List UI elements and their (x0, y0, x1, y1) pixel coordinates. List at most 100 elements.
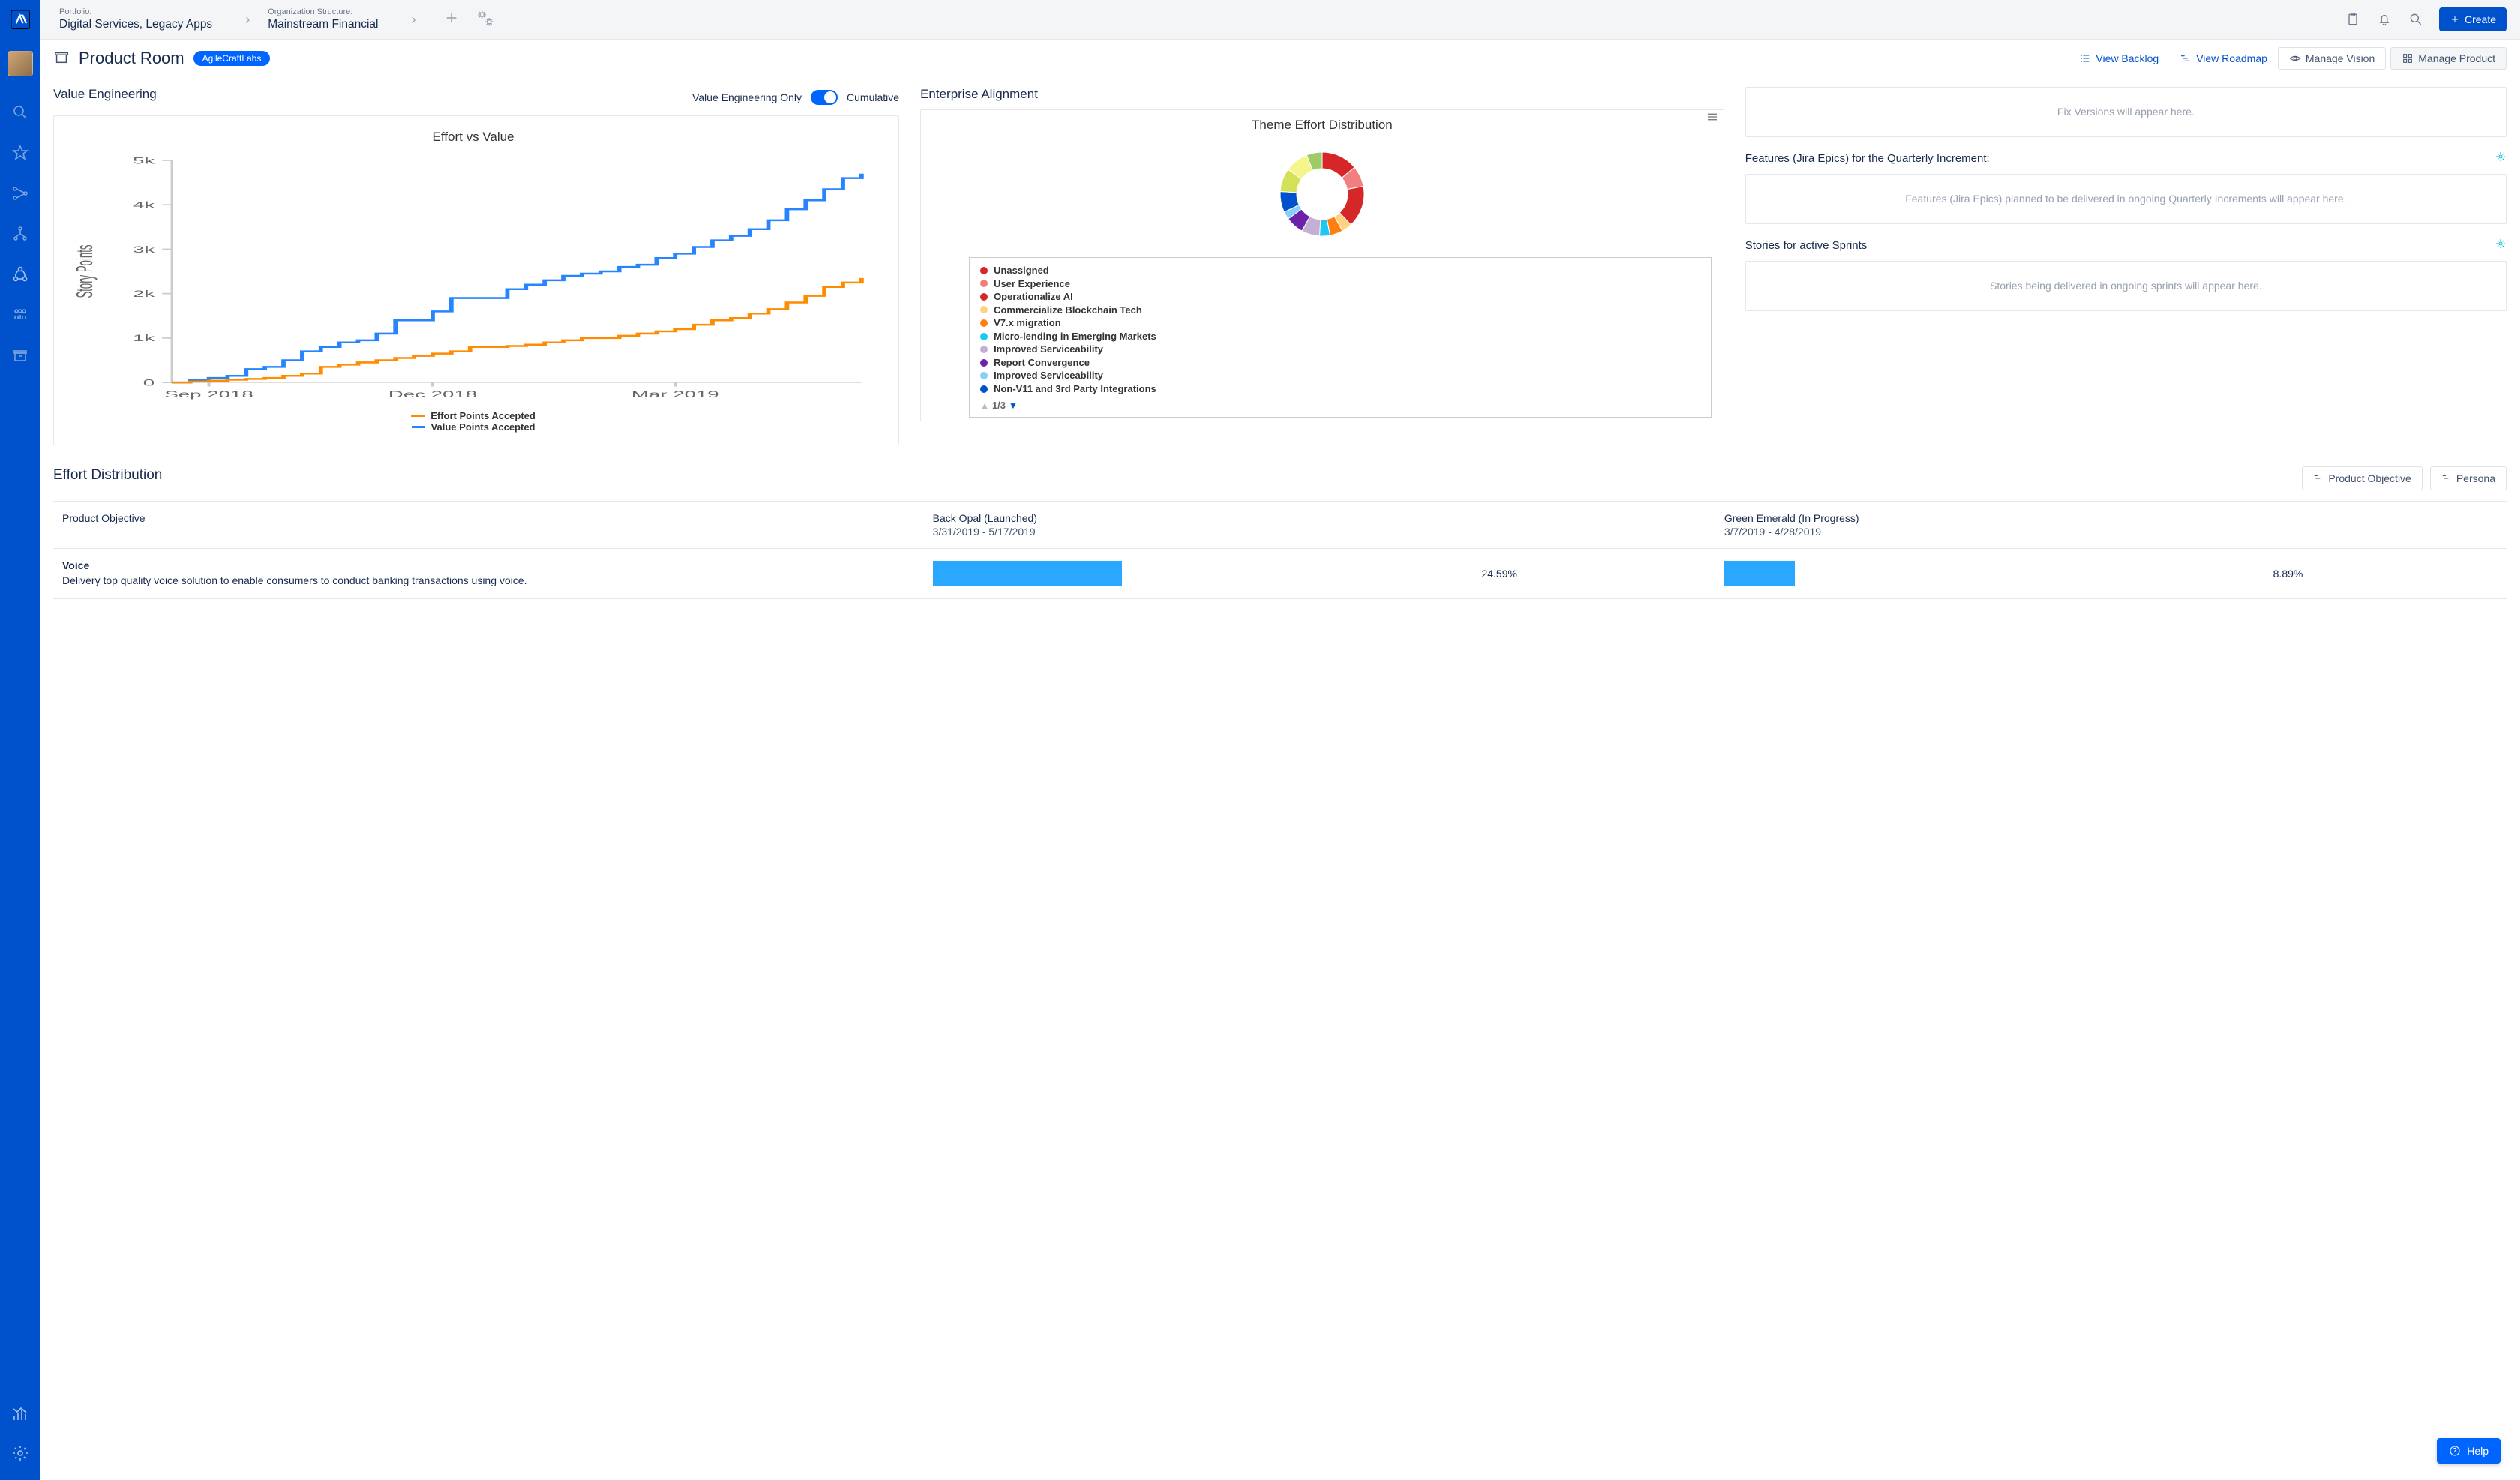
ent-align-title: Enterprise Alignment (920, 87, 1724, 102)
legend-item[interactable]: Unassigned (980, 264, 1700, 277)
theme-legend: UnassignedUser ExperienceOperationalize … (969, 257, 1712, 418)
content-area: Value Engineering Value Engineering Only… (40, 76, 2520, 1480)
dist-table: Product Objective Back Opal (Launched) 3… (53, 501, 2506, 599)
enterprise-alignment-section: Enterprise Alignment Theme Effort Distri… (920, 87, 1724, 445)
features-placeholder: Features (Jira Epics) planned to be deli… (1745, 174, 2506, 224)
svg-text:Mar 2019: Mar 2019 (632, 389, 719, 400)
gear-icon[interactable] (2494, 151, 2506, 166)
page-title: Product Room (79, 49, 184, 68)
user-avatar[interactable] (8, 51, 33, 76)
manage-product-label: Manage Product (2418, 52, 2495, 64)
product-badge[interactable]: AgileCraftLabs (194, 51, 271, 66)
table-header-row: Product Objective Back Opal (Launched) 3… (53, 502, 2506, 549)
dist-btn-persona-label: Persona (2456, 472, 2495, 484)
pager-up-icon: ▲ (980, 400, 989, 411)
strategy-icon[interactable] (11, 184, 29, 202)
help-label: Help (2467, 1445, 2488, 1457)
effort-distribution-section: Effort Distribution Product Objective Pe… (53, 466, 2506, 599)
reports-icon[interactable] (11, 1405, 29, 1423)
stories-title: Stories for active Sprints (1745, 239, 1868, 252)
theme-distribution-card: Theme Effort Distribution UnassignedUser… (920, 109, 1724, 421)
legend-pager[interactable]: ▲1/3▼ (980, 400, 1700, 411)
view-roadmap-link[interactable]: View Roadmap (2169, 48, 2278, 69)
settings-icon[interactable] (11, 1444, 29, 1462)
portfolio-value: Digital Services, Legacy Apps (59, 17, 212, 32)
manage-vision-button[interactable]: Manage Vision (2278, 47, 2386, 70)
side-column: Fix Versions will appear here. Features … (1745, 87, 2506, 445)
team-icon[interactable] (11, 306, 29, 324)
legend-item[interactable]: User Experience (980, 277, 1700, 291)
stories-card: Stories for active Sprints Stories being… (1745, 238, 2506, 311)
svg-text:4k: 4k (133, 200, 155, 211)
svg-text:Sep 2018: Sep 2018 (164, 389, 253, 400)
features-card: Features (Jira Epics) for the Quarterly … (1745, 151, 2506, 224)
legend-item[interactable]: Improved Serviceability (980, 343, 1700, 356)
col-1-header: Back Opal (Launched) 3/31/2019 - 5/17/20… (924, 502, 1715, 548)
product-icon[interactable] (11, 265, 29, 283)
view-backlog-label: View Backlog (2096, 52, 2158, 64)
chart-menu-icon[interactable] (1706, 110, 1719, 127)
gear-icon[interactable] (2494, 238, 2506, 253)
create-button[interactable]: Create (2439, 7, 2506, 31)
col2-dates: 3/7/2019 - 4/28/2019 (1724, 526, 2498, 538)
product-logo[interactable] (10, 9, 31, 30)
legend-item[interactable]: Report Convergence (980, 356, 1700, 370)
legend-effort: Effort Points Accepted (430, 410, 536, 421)
bar-cell-2: 8.89% (1715, 549, 2506, 598)
dist-btn-objective-label: Product Objective (2328, 472, 2411, 484)
gears-icon[interactable] (475, 7, 496, 32)
bell-icon[interactable] (2374, 10, 2394, 29)
help-button[interactable]: Help (2437, 1438, 2500, 1464)
chart-title: Effort vs Value (58, 130, 888, 145)
svg-text:3k: 3k (133, 244, 155, 255)
create-label: Create (2464, 13, 2496, 25)
add-icon[interactable] (443, 10, 460, 30)
search-icon[interactable] (11, 103, 29, 121)
legend-item[interactable]: Micro-lending in Emerging Markets (980, 330, 1700, 343)
manage-vision-label: Manage Vision (2306, 52, 2374, 64)
svg-text:5k: 5k (133, 156, 155, 166)
legend-item[interactable]: Non-V11 and 3rd Party Integrations (980, 382, 1700, 396)
stories-placeholder: Stories being delivered in ongoing sprin… (1745, 261, 2506, 311)
archive-icon[interactable] (11, 346, 29, 364)
effort-vs-value-chart: 01k2k3k4k5kSep 2018Dec 2018Mar 2019Story… (58, 152, 888, 407)
col1-name: Back Opal (Launched) (933, 512, 1706, 524)
room-icon (53, 49, 70, 69)
view-backlog-link[interactable]: View Backlog (2068, 48, 2169, 69)
col-2-header: Green Emerald (In Progress) 3/7/2019 - 4… (1715, 502, 2506, 548)
chevron-right-icon: › (218, 12, 262, 28)
objective-title: Voice (62, 559, 915, 571)
col2-name: Green Emerald (In Progress) (1724, 512, 2498, 524)
features-title: Features (Jira Epics) for the Quarterly … (1745, 152, 1990, 165)
breadcrumb-org[interactable]: Organization Structure: Mainstream Finan… (262, 7, 384, 32)
legend-item[interactable]: Improved Serviceability (980, 369, 1700, 382)
tree-icon[interactable] (11, 225, 29, 243)
star-icon[interactable] (11, 144, 29, 162)
legend-item[interactable]: Commercialize Blockchain Tech (980, 304, 1700, 317)
chevron-right-icon: › (385, 12, 428, 28)
clipboard-icon[interactable] (2343, 10, 2362, 29)
page-title-bar: Product Room AgileCraftLabs View Backlog… (40, 40, 2520, 76)
portfolio-label: Portfolio: (59, 7, 212, 17)
org-value: Mainstream Financial (268, 17, 378, 32)
donut-title: Theme Effort Distribution (927, 118, 1718, 133)
org-label: Organization Structure: (268, 7, 378, 17)
col-objective-header: Product Objective (53, 502, 924, 548)
persona-button[interactable]: Persona (2430, 466, 2506, 490)
product-objective-button[interactable]: Product Objective (2302, 466, 2422, 490)
value-engineering-section: Value Engineering Value Engineering Only… (53, 87, 899, 445)
svg-text:1k: 1k (133, 334, 155, 344)
cumulative-toggle[interactable] (811, 90, 838, 105)
value-eng-title: Value Engineering (53, 87, 157, 102)
bar-label-2: 8.89% (2273, 568, 2303, 580)
search-header-icon[interactable] (2406, 10, 2426, 29)
breadcrumb-portfolio[interactable]: Portfolio: Digital Services, Legacy Apps (53, 7, 218, 32)
legend-item[interactable]: V7.x migration (980, 316, 1700, 330)
breadcrumb-bar: Portfolio: Digital Services, Legacy Apps… (40, 0, 2520, 40)
bar-label-1: 24.59% (1481, 568, 1516, 580)
legend-item[interactable]: Operationalize AI (980, 290, 1700, 304)
manage-product-button[interactable]: Manage Product (2390, 47, 2506, 70)
effort-vs-value-card: Effort vs Value 01k2k3k4k5kSep 2018Dec 2… (53, 115, 899, 445)
table-row: Voice Delivery top quality voice solutio… (53, 549, 2506, 599)
view-roadmap-label: View Roadmap (2196, 52, 2267, 64)
